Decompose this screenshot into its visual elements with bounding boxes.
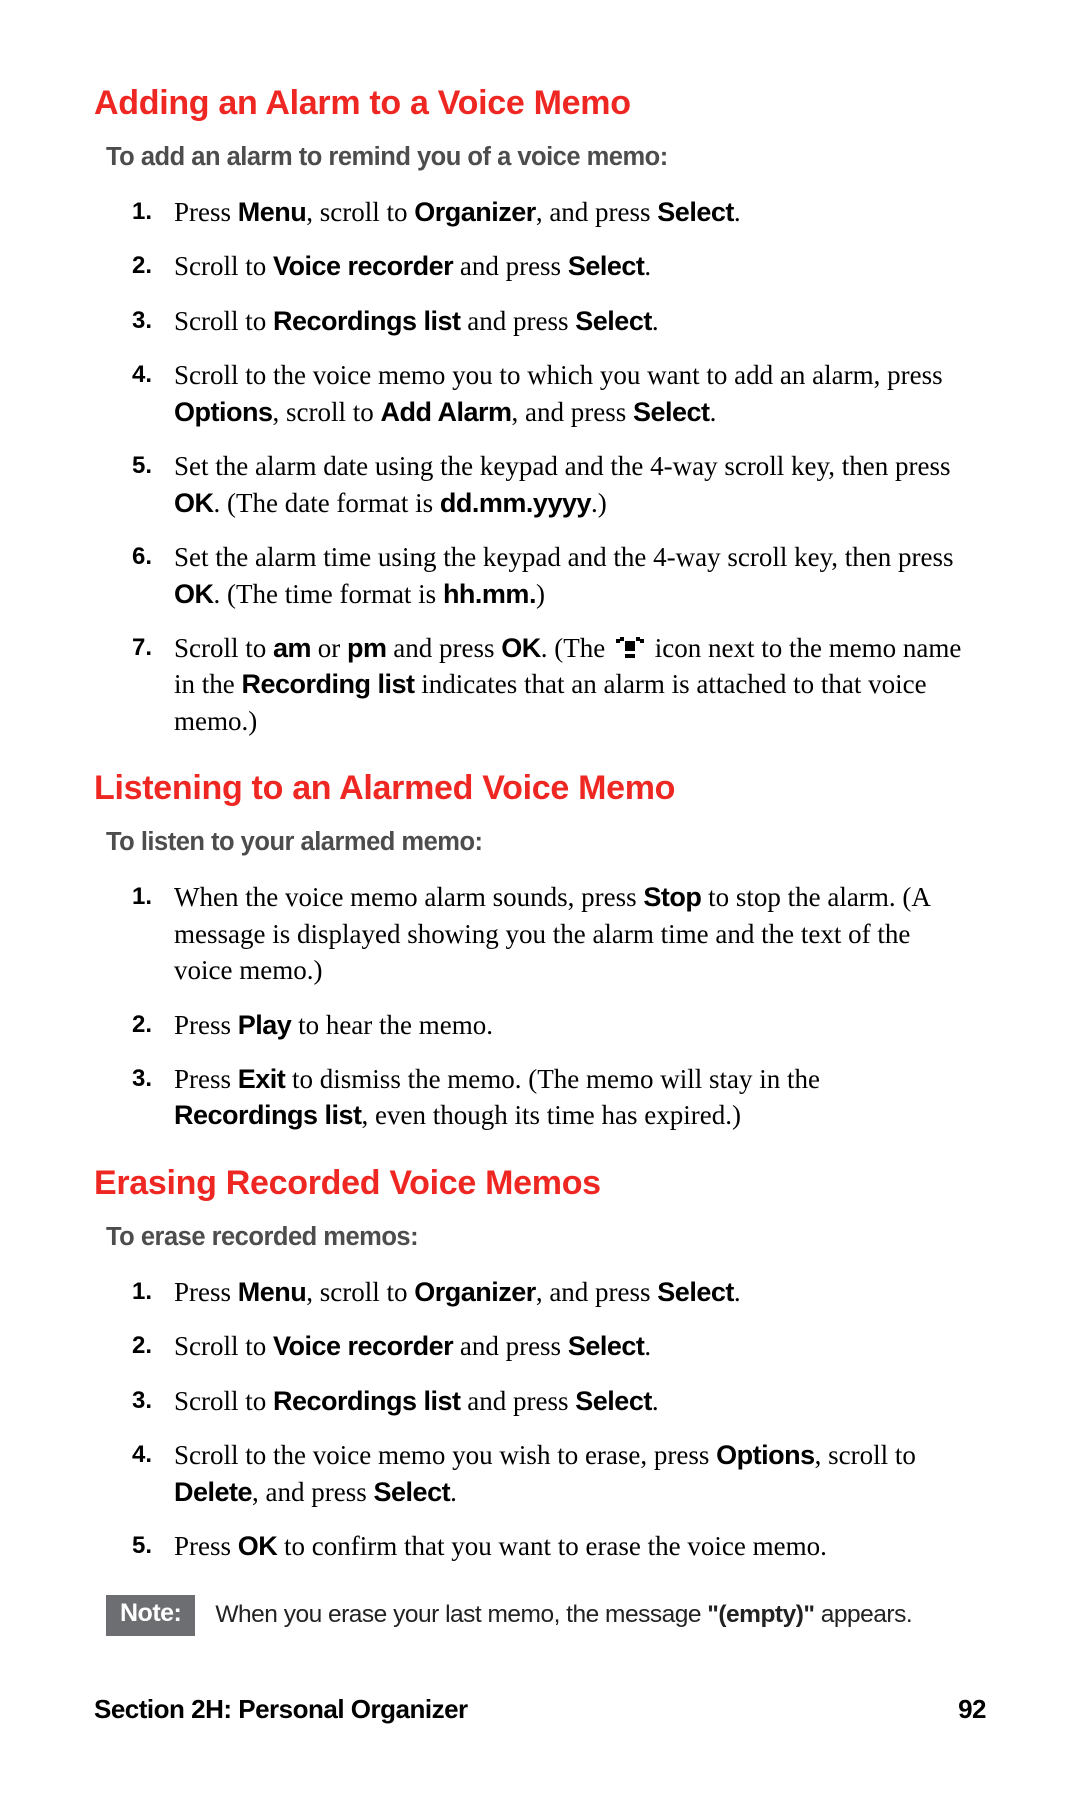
ui-term: Organizer (414, 1277, 536, 1307)
steps-list: Press Menu, scroll to Organizer, and pre… (94, 1274, 986, 1565)
step-item: Press Menu, scroll to Organizer, and pre… (174, 1274, 962, 1310)
ui-term: OK (174, 579, 214, 609)
section-intro: To listen to your alarmed memo: (106, 828, 986, 857)
ui-term: pm (347, 633, 387, 663)
step-item: Scroll to Voice recorder and press Selec… (174, 248, 962, 284)
ui-term: Options (716, 1440, 815, 1470)
page-footer: Section 2H: Personal Organizer 92 (94, 1694, 986, 1725)
ui-term: Select (633, 397, 710, 427)
doc-section: Erasing Recorded Voice Memos To erase rec… (94, 1164, 986, 1565)
step-item: Press Menu, scroll to Organizer, and pre… (174, 194, 962, 230)
section-heading: Adding an Alarm to a Voice Memo (94, 84, 986, 123)
ui-term: Select (568, 251, 645, 281)
step-item: Scroll to the voice memo you to which yo… (174, 357, 962, 430)
ui-term: Select (575, 1386, 652, 1416)
ui-term: Exit (238, 1064, 286, 1094)
ui-term: Recordings list (273, 306, 461, 336)
step-item: Scroll to the voice memo you wish to era… (174, 1437, 962, 1510)
ui-term: Organizer (414, 197, 536, 227)
step-item: When the voice memo alarm sounds, press … (174, 879, 962, 988)
step-item: Press OK to confirm that you want to era… (174, 1528, 962, 1564)
ui-term: hh.mm. (443, 579, 536, 609)
step-item: Scroll to am or pm and press OK. (The ic… (174, 630, 962, 739)
ui-term: OK (238, 1531, 278, 1561)
ui-term: am (273, 633, 311, 663)
step-item: Set the alarm time using the keypad and … (174, 539, 962, 612)
ui-term: Delete (174, 1477, 252, 1507)
note-label: Note: (106, 1595, 195, 1636)
ui-term: dd.mm.yyyy (440, 488, 591, 518)
page-number: 92 (958, 1694, 986, 1725)
step-item: Scroll to Recordings list and press Sele… (174, 303, 962, 339)
ui-term: Options (174, 397, 273, 427)
ui-term: Recordings list (273, 1386, 461, 1416)
step-item: Press Play to hear the memo. (174, 1007, 962, 1043)
ui-term: Menu (238, 1277, 307, 1307)
steps-list: When the voice memo alarm sounds, press … (94, 879, 986, 1134)
alarm-icon (616, 637, 644, 659)
ui-term: Add Alarm (381, 397, 512, 427)
ui-term: Select (657, 1277, 734, 1307)
footer-section-title: Section 2H: Personal Organizer (94, 1694, 468, 1725)
ui-term: Stop (643, 882, 701, 912)
section-intro: To add an alarm to remind you of a voice… (106, 143, 986, 172)
section-heading: Listening to an Alarmed Voice Memo (94, 769, 986, 808)
ui-term: Select (575, 306, 652, 336)
step-item: Scroll to Voice recorder and press Selec… (174, 1328, 962, 1364)
manual-page: Adding an Alarm to a Voice Memo To add an… (0, 0, 1080, 1800)
doc-section: Listening to an Alarmed Voice Memo To lis… (94, 769, 986, 1134)
ui-term: "(empty)" (707, 1601, 814, 1628)
doc-section: Adding an Alarm to a Voice Memo To add an… (94, 84, 986, 739)
step-item: Scroll to Recordings list and press Sele… (174, 1383, 962, 1419)
section-intro: To erase recorded memos: (106, 1223, 986, 1252)
ui-term: Play (238, 1010, 292, 1040)
note-callout: Note: When you erase your last memo, the… (106, 1595, 974, 1636)
ui-term: OK (174, 488, 214, 518)
ui-term: Recordings list (174, 1100, 362, 1130)
section-heading: Erasing Recorded Voice Memos (94, 1164, 986, 1203)
ui-term: Menu (238, 197, 307, 227)
ui-term: Voice recorder (273, 1331, 453, 1361)
ui-term: Select (568, 1331, 645, 1361)
ui-term: Select (374, 1477, 451, 1507)
ui-term: Select (657, 197, 734, 227)
sections-host: Adding an Alarm to a Voice Memo To add an… (94, 84, 986, 1565)
ui-term: Recording list (242, 669, 415, 699)
step-item: Press Exit to dismiss the memo. (The mem… (174, 1061, 962, 1134)
ui-term: Voice recorder (273, 251, 453, 281)
steps-list: Press Menu, scroll to Organizer, and pre… (94, 194, 986, 739)
step-item: Set the alarm date using the keypad and … (174, 448, 962, 521)
ui-term: OK (501, 633, 541, 663)
note-body: When you erase your last memo, the messa… (195, 1595, 912, 1636)
